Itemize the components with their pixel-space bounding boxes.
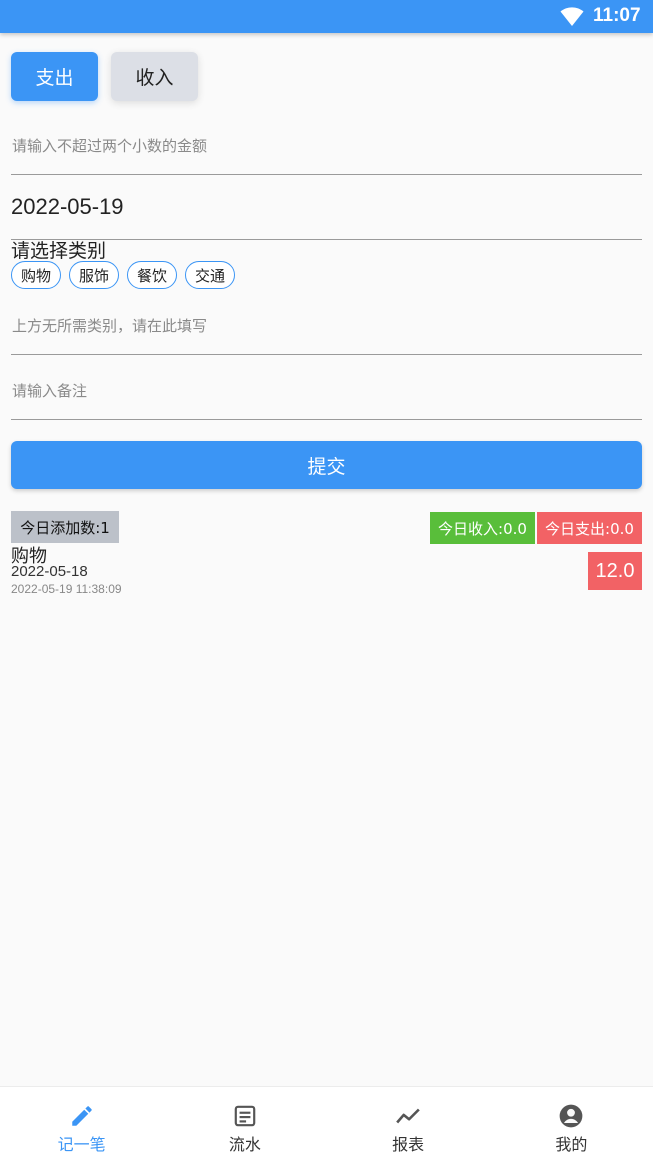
amount-placeholder: 请输入不超过两个小数的金额 xyxy=(12,137,208,155)
record-created-time: 2022-05-19 11:38:09 xyxy=(11,582,122,596)
income-type-button[interactable]: 收入 xyxy=(111,52,198,101)
custom-category-input[interactable]: 上方无所需类别，请在此填写 xyxy=(11,300,642,355)
category-chip-shopping[interactable]: 购物 xyxy=(11,261,62,289)
record-date: 2022-05-18 xyxy=(11,563,88,580)
tab-flow-label: 流水 xyxy=(228,1135,261,1154)
note-placeholder: 请输入备注 xyxy=(12,382,88,400)
tab-record-label: 记一笔 xyxy=(57,1135,106,1154)
pencil-icon xyxy=(71,1106,92,1126)
note-input[interactable]: 请输入备注 xyxy=(11,365,642,420)
tab-report[interactable]: 报表 xyxy=(327,1087,490,1162)
chart-icon xyxy=(396,1108,420,1124)
status-bar: 11:07 xyxy=(0,0,653,33)
amount-input[interactable]: 请输入不超过两个小数的金额 xyxy=(11,120,642,175)
category-chip-dining[interactable]: 餐饮 xyxy=(127,261,178,289)
added-today-badge: 今日添加数:1 xyxy=(11,511,119,543)
tab-flow[interactable]: 流水 xyxy=(163,1087,326,1162)
expense-today-badge: 今日支出:0.0 xyxy=(537,512,642,544)
category-title: 请选择类别 xyxy=(11,240,107,262)
bottom-tab-bar: 记一笔 流水 报表 我的 xyxy=(0,1086,653,1162)
record-amount-badge: 12.0 xyxy=(588,552,642,590)
tab-mine-label: 我的 xyxy=(555,1135,588,1154)
custom-category-placeholder: 上方无所需类别，请在此填写 xyxy=(12,317,208,335)
tab-mine[interactable]: 我的 xyxy=(490,1087,653,1162)
list-icon xyxy=(234,1105,256,1127)
tab-report-label: 报表 xyxy=(392,1135,425,1154)
date-picker-field[interactable]: 2022-05-19 xyxy=(11,185,642,240)
category-chip-clothing[interactable]: 服饰 xyxy=(69,261,120,289)
expense-type-button[interactable]: 支出 xyxy=(11,52,98,101)
category-chip-group: 购物 服饰 餐饮 交通 xyxy=(11,261,236,289)
date-value: 2022-05-19 xyxy=(11,194,124,219)
account-icon xyxy=(560,1104,583,1128)
income-today-badge: 今日收入:0.0 xyxy=(430,512,535,544)
wifi-icon xyxy=(560,7,584,26)
tab-record[interactable]: 记一笔 xyxy=(0,1087,163,1162)
submit-button[interactable]: 提交 xyxy=(11,441,642,489)
status-time: 11:07 xyxy=(593,5,641,26)
category-chip-transport[interactable]: 交通 xyxy=(185,261,236,289)
